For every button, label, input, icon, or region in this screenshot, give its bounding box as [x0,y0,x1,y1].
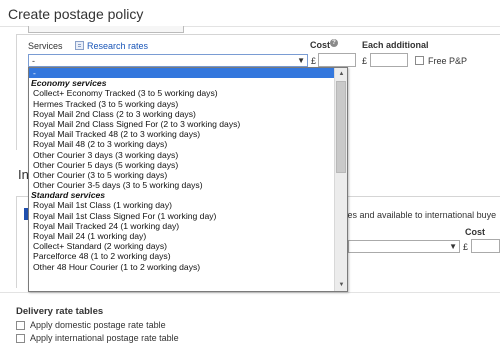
chevron-down-icon[interactable]: ▼ [449,242,457,251]
dropdown-option[interactable]: Other Courier 5 days (5 working days) [29,160,335,170]
dropdown-scrollbar[interactable]: ▲ ▼ [334,68,347,291]
each-additional-input[interactable] [370,53,408,67]
apply-international-rate-checkbox[interactable] [16,334,25,343]
research-rates-icon[interactable] [75,41,84,50]
dropdown-option[interactable]: Hermes Tracked (3 to 5 working days) [29,99,335,109]
services-dropdown-list[interactable]: - Economy services Collect+ Economy Tracke… [28,67,348,292]
dropdown-option[interactable]: Royal Mail 1st Class Signed For (1 worki… [29,211,335,221]
scrollbar-thumb[interactable] [336,81,346,173]
dropdown-option[interactable]: Collect+ Economy Tracked (3 to 5 working… [29,88,335,98]
help-icon[interactable]: ? [330,39,338,47]
dropdown-option[interactable]: Royal Mail 2nd Class (2 to 3 working day… [29,109,335,119]
international-cost-label: Cost [465,227,485,237]
apply-domestic-rate-label: Apply domestic postage rate table [30,320,166,330]
each-additional-currency: £ [362,56,368,66]
each-additional-label: Each additional [362,40,429,50]
dropdown-option[interactable]: Other Courier 3-5 days (3 to 5 working d… [29,180,335,190]
scroll-down-icon[interactable]: ▼ [335,279,347,291]
dropdown-option[interactable]: - [29,68,335,79]
international-service-select[interactable]: ▼ [348,240,460,253]
dropdown-group-header: Economy services [31,78,107,89]
dropdown-option[interactable]: Other Courier 3 days (3 working days) [29,150,335,160]
dropdown-option[interactable]: Other Courier (3 to 5 working days) [29,170,335,180]
free-pp-label: Free P&P [428,56,468,66]
dropdown-option[interactable]: Royal Mail 48 (2 to 3 working days) [29,139,335,149]
international-cost-input[interactable] [471,239,500,253]
dropdown-group-header: Standard services [31,190,106,201]
research-rates-link[interactable]: Research rates [87,41,148,51]
dropdown-option[interactable]: Royal Mail Tracked 48 (2 to 3 working da… [29,129,335,139]
dropdown-option[interactable]: Royal Mail Tracked 24 (1 working day) [29,221,335,231]
chevron-down-icon[interactable]: ▼ [297,56,305,65]
apply-domestic-rate-checkbox[interactable] [16,321,25,330]
services-select-value: - [32,56,35,66]
dropdown-option[interactable]: Royal Mail 1st Class (1 working day) [29,200,335,210]
collapsed-field-stub [28,26,184,33]
cost-input[interactable] [318,53,356,67]
section-divider [0,292,500,293]
cost-currency: £ [311,56,317,66]
dropdown-option[interactable]: Parcelforce 48 (1 to 2 working days) [29,251,335,261]
services-select[interactable]: - ▼ [28,54,308,67]
international-info-text: tes and available to international buye [345,210,497,220]
dropdown-options: - Economy services Collect+ Economy Tracke… [29,68,335,272]
apply-international-rate-label: Apply international postage rate table [30,333,179,343]
international-cost-currency: £ [463,242,469,252]
cost-label: Cost [310,40,330,50]
scroll-up-icon[interactable]: ▲ [335,68,347,80]
dropdown-option[interactable]: Other 48 Hour Courier (1 to 2 working da… [29,262,335,272]
dropdown-option[interactable]: Collect+ Standard (2 working days) [29,241,335,251]
page-title: Create postage policy [8,6,144,22]
free-pp-checkbox[interactable] [415,56,424,65]
services-label: Services [28,41,63,51]
dropdown-option[interactable]: Royal Mail 24 (1 working day) [29,231,335,241]
dropdown-option[interactable]: Royal Mail 2nd Class Signed For (2 to 3 … [29,119,335,129]
delivery-rate-tables-heading: Delivery rate tables [16,306,104,317]
